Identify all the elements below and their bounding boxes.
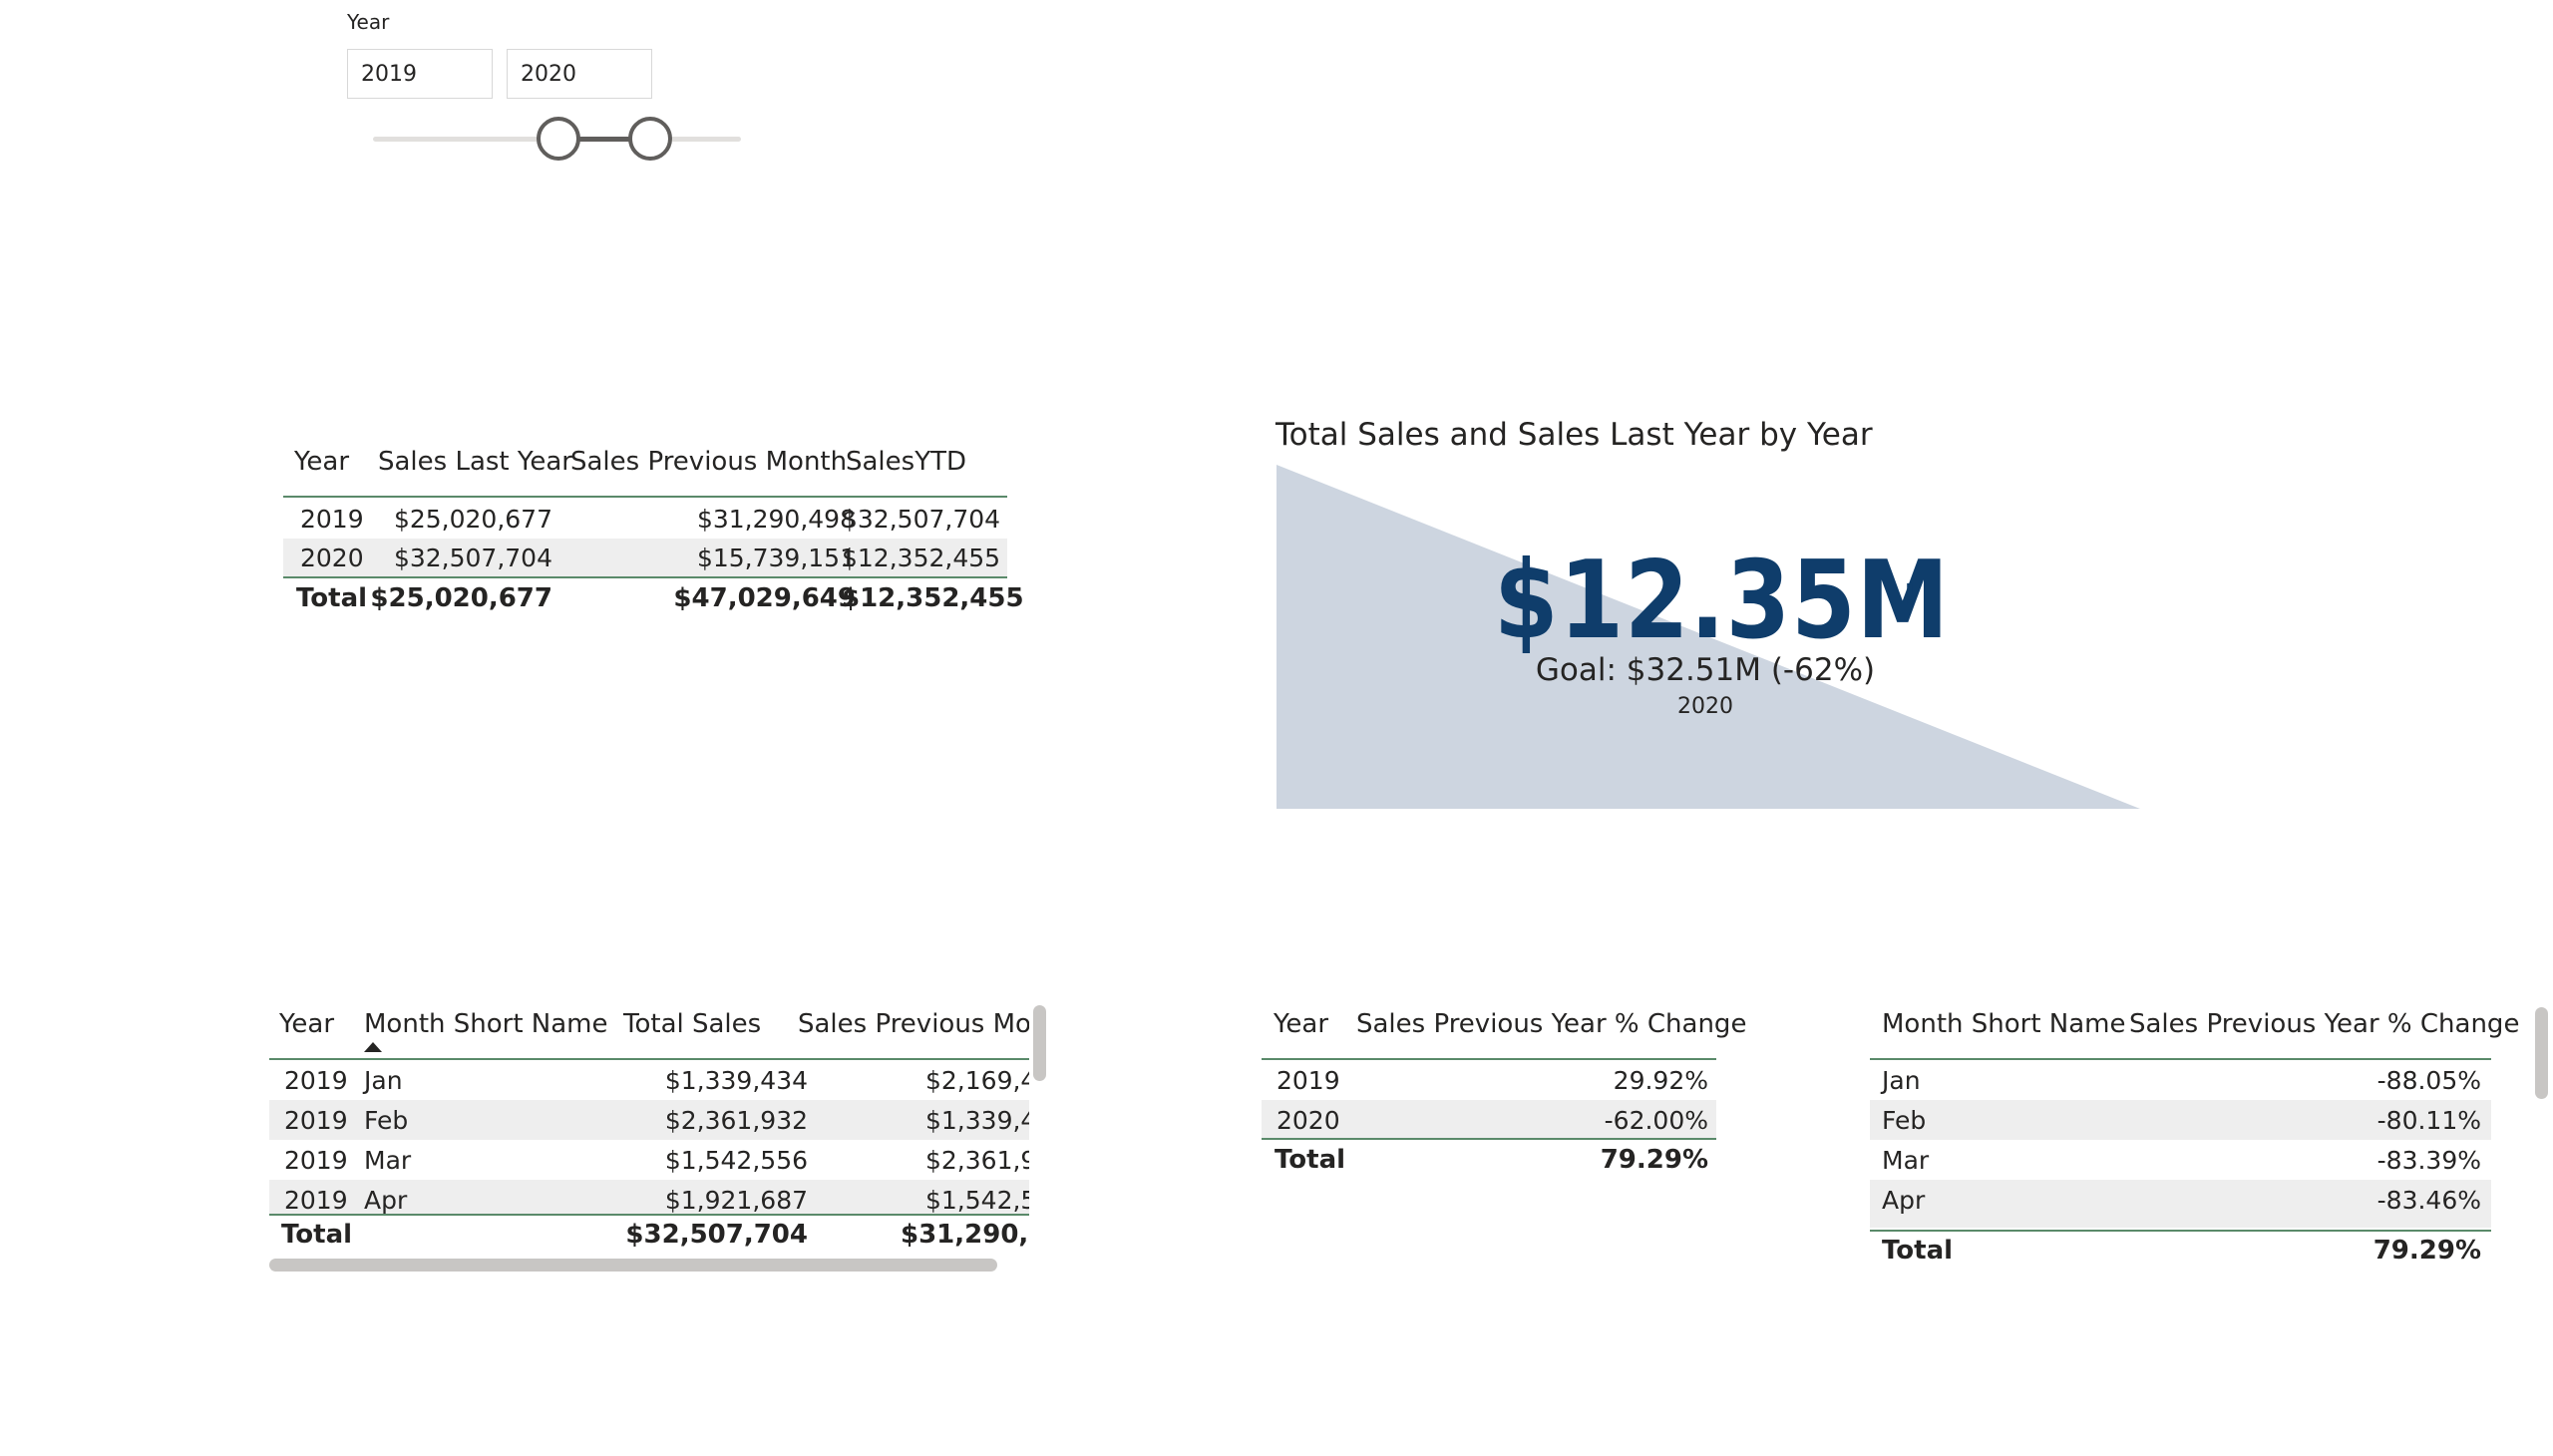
cell-pct-change: -62.00% [1604, 1106, 1708, 1135]
cell-sales-ytd: $12,352,455 [842, 544, 1001, 572]
cell-sales-last-year: $32,507,704 [393, 544, 552, 572]
table-row[interactable]: 2019 Feb $2,361,932 $1,339,4 [269, 1100, 1029, 1140]
total-sales-previous-month: $47,029,649 [673, 583, 856, 613]
cell-month: Jan [1882, 1066, 1921, 1095]
slicer-to-input[interactable]: 2020 [507, 49, 652, 99]
year-change-table: Year Sales Previous Year % Change 2019 2… [1262, 997, 1746, 1197]
column-header[interactable]: SalesYTD [846, 447, 966, 477]
cell-year: 2019 [284, 1066, 348, 1095]
cell-pct-change: -80.11% [2376, 1106, 2481, 1135]
column-header[interactable]: Sales Previous Month [570, 447, 847, 477]
column-header[interactable]: Sales Previous Year % Change [1356, 1009, 1746, 1039]
total-row: Total $25,020,677 $47,029,649 $12,352,45… [283, 578, 1024, 618]
kpi-value: $12.35M [1494, 539, 1950, 663]
total-pct-change: 79.29% [2372, 1236, 2481, 1266]
column-header[interactable]: Year [279, 1009, 334, 1039]
sort-ascending-icon [364, 1042, 382, 1052]
column-header[interactable]: Sales Previous Year % Change [2129, 1009, 2519, 1039]
cell-month: Mar [1882, 1146, 1930, 1175]
cell-year: 2019 [284, 1146, 348, 1175]
cell-sales-previous-month: $2,361,9 [925, 1146, 1029, 1175]
kpi-year: 2020 [1677, 694, 1733, 719]
kpi-goal: Goal: $32.51M (-62%) [1535, 652, 1876, 688]
cell-sales-last-year: $25,020,677 [393, 505, 552, 534]
cell-pct-change: -83.39% [2376, 1146, 2481, 1175]
total-label: Total [1882, 1236, 1954, 1266]
column-header-clip: Sales Previous Mon [798, 1009, 1029, 1049]
total-sales-ytd: $12,352,455 [842, 583, 1024, 613]
cell-year: 2020 [1276, 1106, 1340, 1135]
sales-summary-table: Year Sales Last Year Sales Previous Mont… [283, 439, 1024, 618]
total-sales-previous-month: $31,290,4 [901, 1220, 1029, 1250]
table-row[interactable]: Feb -80.11% [1870, 1100, 2491, 1140]
total-row: Total 79.29% [1262, 1140, 1716, 1180]
table-row[interactable]: 2019 Apr $1,921,687 $1,542,5 [269, 1180, 1029, 1214]
slider-handle-from[interactable] [537, 117, 580, 161]
year-slicer: Year 2019 2020 [0, 0, 798, 199]
cell-month: Feb [364, 1106, 409, 1135]
table-row[interactable]: 2019 $25,020,677 $31,290,498 $32,507,704 [283, 499, 1007, 539]
cell-total-sales: $1,542,556 [664, 1146, 808, 1175]
total-sales-last-year: $25,020,677 [370, 583, 552, 613]
kpi-title: Total Sales and Sales Last Year by Year [1276, 417, 1873, 453]
vertical-scrollbar[interactable] [1033, 1005, 1046, 1081]
total-pct-change: 79.29% [1600, 1145, 1708, 1175]
cell-pct-change: -88.05% [2376, 1066, 2481, 1095]
table-row[interactable]: Mar -83.39% [1870, 1140, 2491, 1180]
slider-handle-to[interactable] [628, 117, 672, 161]
cell-year: 2020 [300, 544, 364, 572]
cell-year: 2019 [284, 1186, 348, 1214]
cell-year: 2019 [284, 1106, 348, 1135]
column-header[interactable]: Month Short Name [364, 1009, 608, 1039]
cell-year: 2019 [300, 505, 364, 534]
total-row: Total 79.29% [1870, 1232, 2491, 1272]
cell-month: Feb [1882, 1106, 1927, 1135]
column-header[interactable]: Sales Last Year [378, 447, 572, 477]
column-header[interactable]: Year [294, 447, 349, 477]
cell-sales-ytd: $32,507,704 [842, 505, 1001, 534]
column-header[interactable]: Month Short Name [1882, 1009, 2126, 1039]
cell-year: 2019 [1276, 1066, 1340, 1095]
cell-sales-previous-month: $1,542,5 [925, 1186, 1029, 1214]
cell-month: Mar [364, 1146, 412, 1175]
column-header[interactable]: Sales Previous Mon [798, 1009, 1029, 1039]
total-label: Total [281, 1220, 353, 1250]
total-label: Total [1275, 1145, 1346, 1175]
cell-total-sales: $2,361,932 [664, 1106, 808, 1135]
table-row[interactable]: Apr -83.46% [1870, 1180, 2491, 1228]
month-change-table: Month Short Name Sales Previous Year % C… [1870, 997, 2548, 1286]
slicer-title: Year [347, 10, 390, 34]
table-row[interactable]: 2020 $32,507,704 $15,739,151 $12,352,455 [283, 539, 1007, 576]
table-row[interactable]: 2019 29.92% [1262, 1060, 1716, 1100]
table-row[interactable]: Jan -88.05% [1870, 1060, 2491, 1100]
column-header[interactable]: Total Sales [623, 1009, 761, 1039]
cell-total-sales: $1,921,687 [664, 1186, 808, 1214]
vertical-scrollbar[interactable] [2535, 1007, 2548, 1099]
cell-month: Apr [1882, 1186, 1926, 1215]
cell-pct-change: -83.46% [2376, 1186, 2481, 1215]
cell-month: Jan [364, 1066, 403, 1095]
kpi-status-indicator: ! [1903, 578, 1917, 613]
table-row[interactable]: 2020 -62.00% [1262, 1100, 1716, 1138]
column-header[interactable]: Year [1274, 1009, 1328, 1039]
horizontal-scrollbar[interactable] [269, 1259, 997, 1272]
cell-sales-previous-month: $1,339,4 [925, 1106, 1029, 1135]
cell-sales-previous-month: $31,290,498 [696, 505, 856, 534]
cell-sales-previous-month: $2,169,4 [925, 1066, 1029, 1095]
table-row[interactable]: 2019 Jan $1,339,434 $2,169,4 [269, 1060, 1029, 1100]
total-row: Total $32,507,704 $31,290,4 [269, 1216, 1029, 1254]
header-divider [283, 496, 1007, 498]
cell-total-sales: $1,339,434 [664, 1066, 808, 1095]
cell-pct-change: 29.92% [1613, 1066, 1708, 1095]
total-label: Total [296, 583, 368, 613]
monthly-sales-table: Year Month Short Name Total Sales Sales … [269, 997, 1057, 1286]
total-total-sales: $32,507,704 [625, 1220, 808, 1250]
cell-sales-previous-month: $15,739,151 [696, 544, 856, 572]
table-row[interactable]: 2019 Mar $1,542,556 $2,361,9 [269, 1140, 1029, 1180]
cell-month: Apr [364, 1186, 408, 1214]
slicer-from-input[interactable]: 2019 [347, 49, 493, 99]
